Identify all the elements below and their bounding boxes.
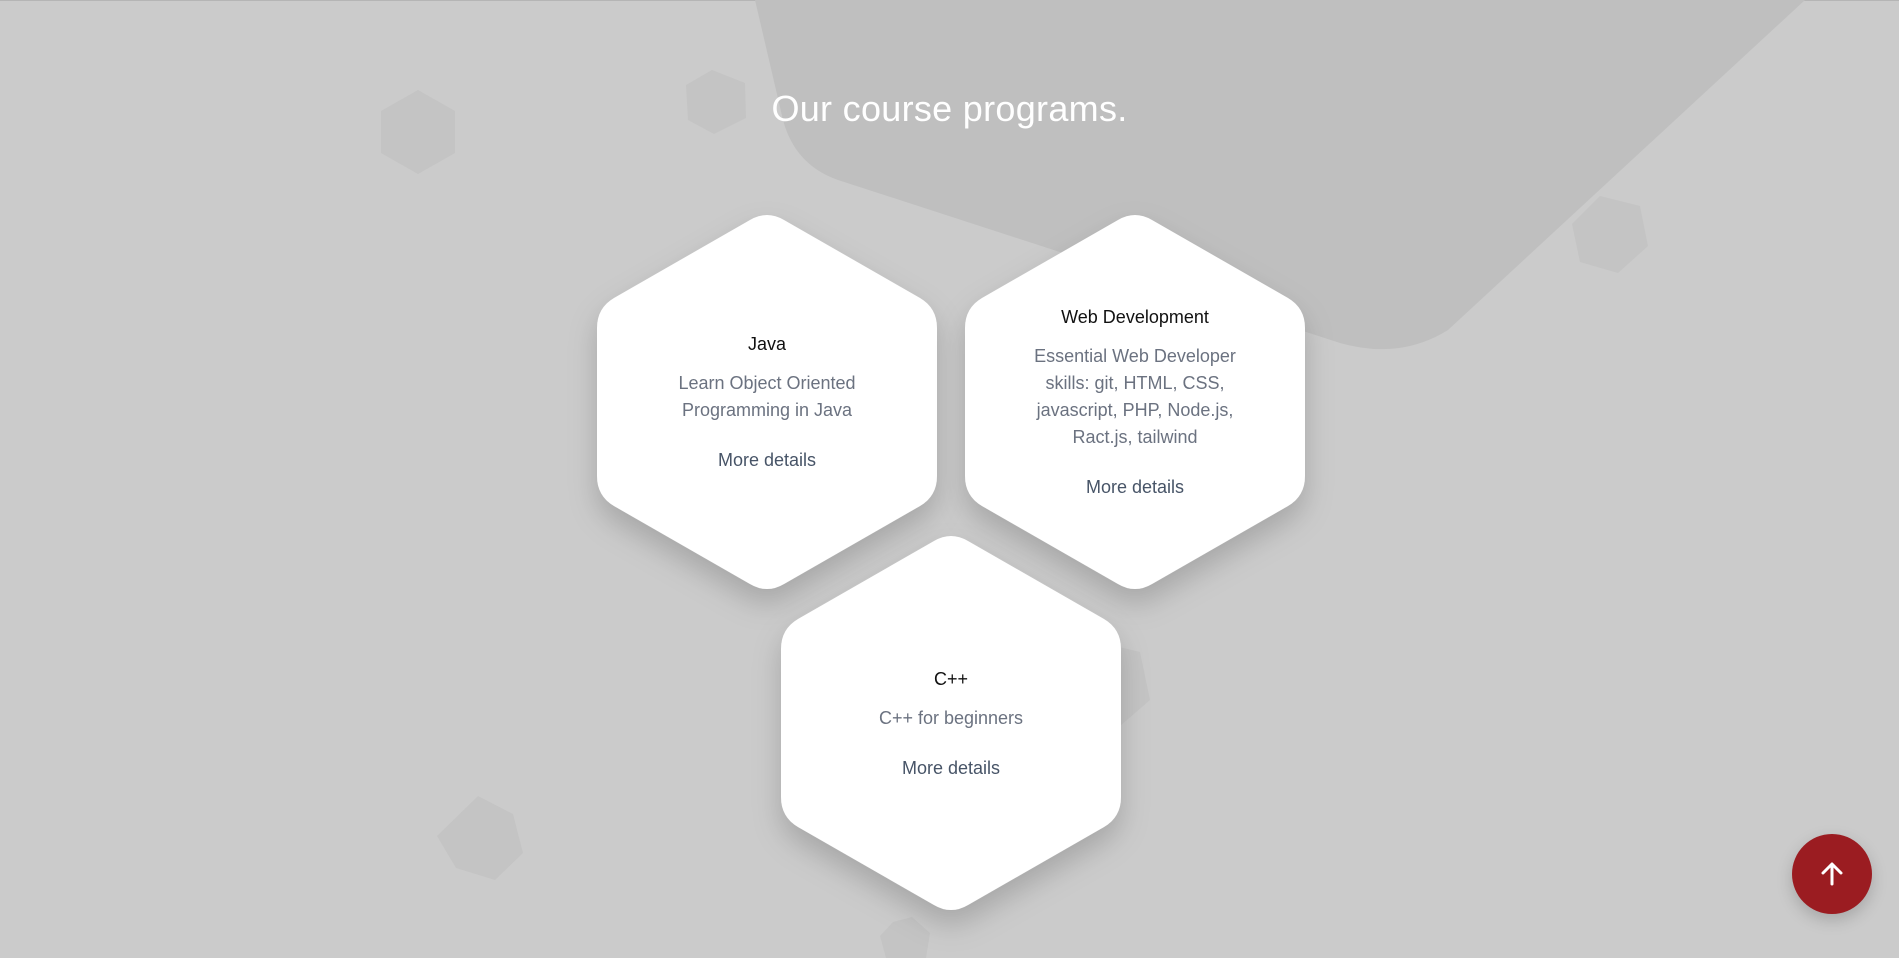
- more-details-link[interactable]: More details: [1086, 475, 1184, 499]
- course-title: Web Development: [1061, 307, 1209, 327]
- course-description: Learn Object Oriented Programming in Jav…: [678, 373, 856, 420]
- course-description: C++ for beginners: [878, 707, 1024, 728]
- background-hexagon: [1572, 196, 1648, 273]
- arrow-up-icon: [1821, 862, 1843, 886]
- section-heading: Our course programs.: [771, 88, 1128, 129]
- course-title: C++: [933, 668, 969, 689]
- course-description: Essential Web Developer skills: git, HTM…: [1034, 346, 1236, 447]
- top-divider: [0, 0, 1899, 1]
- more-details-link[interactable]: More details: [902, 756, 1000, 780]
- more-details-link[interactable]: More details: [718, 448, 816, 472]
- scroll-to-top-button[interactable]: [1792, 834, 1872, 914]
- course-title: Java: [747, 334, 787, 354]
- background-hexagon: [880, 917, 930, 958]
- course-card-cpp: C++ C++ for beginners More details: [781, 531, 1121, 915]
- background-hexagon: [437, 796, 523, 880]
- course-card-content: C++ C++ for beginners More details: [841, 531, 1061, 915]
